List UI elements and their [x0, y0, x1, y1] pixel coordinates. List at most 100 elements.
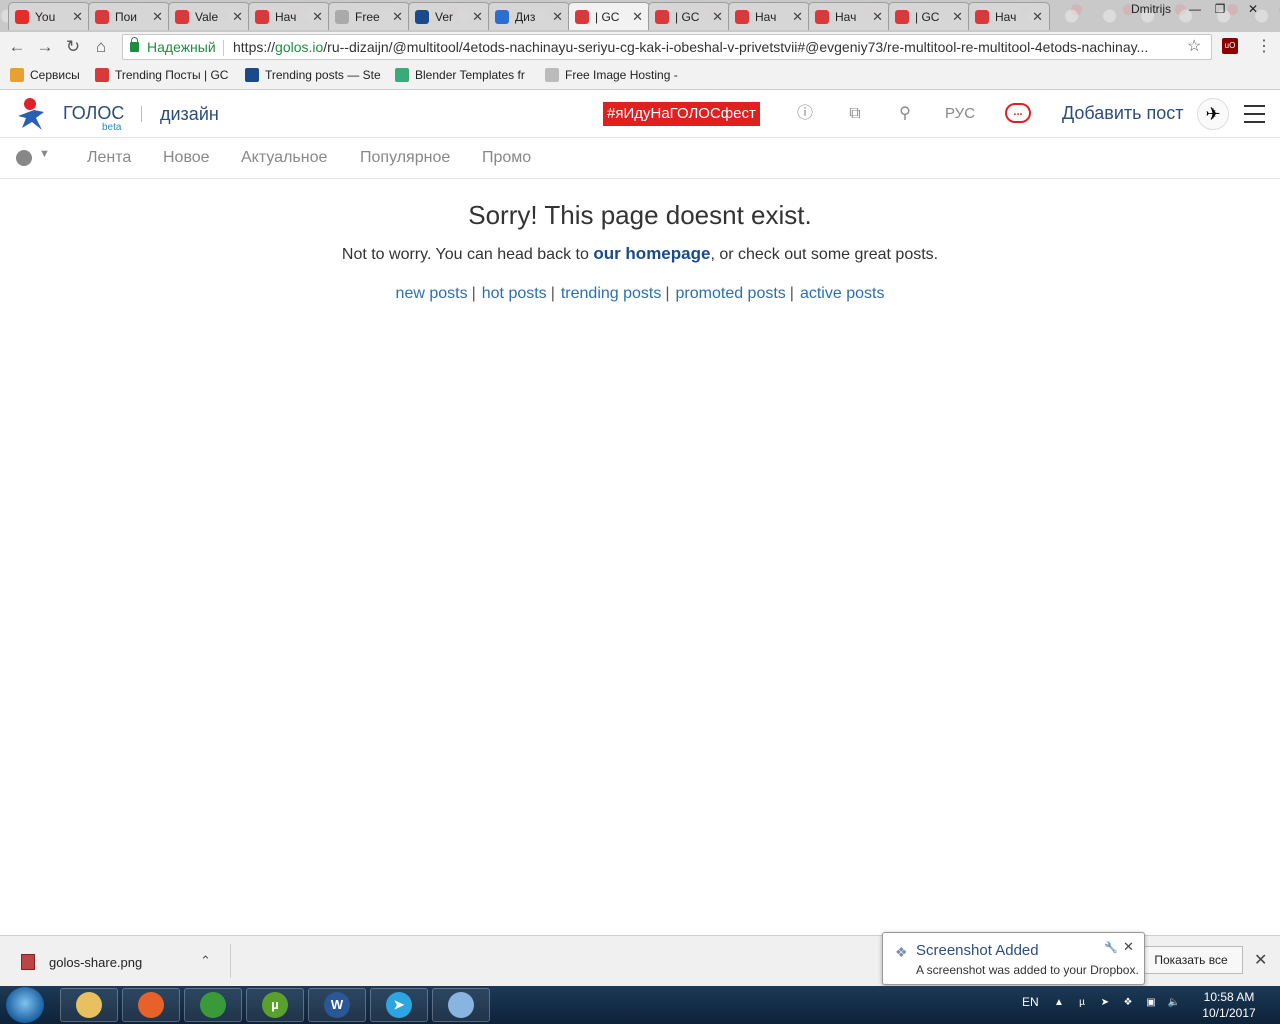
browser-tab[interactable]: Ver ✕ [408, 2, 490, 30]
browser-tab[interactable]: Нач ✕ [808, 2, 890, 30]
taskbar-app-paint[interactable] [432, 988, 490, 1022]
bookmark-star-icon[interactable]: ☆ [1187, 35, 1201, 59]
dropbox-notification[interactable]: ❖ Screenshot Added A screenshot was adde… [882, 932, 1145, 985]
secure-label: Надежный [147, 39, 216, 55]
bookmark-item[interactable]: Сервисы [10, 68, 80, 82]
nav-item-new[interactable]: Новое [163, 149, 210, 167]
tab-close-icon[interactable]: ✕ [472, 9, 483, 25]
close-icon[interactable]: ✕ [1254, 950, 1267, 970]
bookmark-item[interactable]: Blender Templates fr [395, 68, 525, 82]
profile-name[interactable]: Dmitrijs [1131, 2, 1171, 16]
wallet-icon[interactable]: ⧉ [845, 104, 865, 124]
browser-tab[interactable]: Пои ✕ [88, 2, 170, 30]
tab-close-icon[interactable]: ✕ [632, 9, 643, 25]
url-scheme: https:// [233, 39, 276, 55]
tab-close-icon[interactable]: ✕ [232, 9, 243, 25]
tab-list: You ✕ Пои ✕ Vale ✕ Нач ✕ Free ✕ Ver ✕ Диз ✕ | GC ✕ | GC ✕… [8, 2, 1050, 32]
ublock-extension-icon[interactable]: uO [1222, 38, 1238, 54]
bookmark-item[interactable]: Trending Посты | GC [95, 68, 228, 82]
homepage-link[interactable]: our homepage [593, 244, 710, 263]
minimize-icon[interactable]: — [1182, 0, 1208, 18]
settings-wrench-icon[interactable]: 🔧 [1104, 941, 1118, 954]
add-post-button[interactable]: Добавить пост [1062, 103, 1184, 124]
browser-tab[interactable]: You ✕ [8, 2, 90, 30]
back-icon[interactable]: ← [6, 37, 28, 57]
section-title[interactable]: дизайн [160, 104, 219, 125]
active-posts-link[interactable]: active posts [800, 285, 884, 302]
fest-tag-button[interactable]: #яИдуНаГОЛОСфест [603, 102, 760, 126]
error-message: Not to worry. You can head back to our h… [0, 244, 1280, 264]
address-bar[interactable]: Надежный https://golos.io/ru--dizaijn/@m… [122, 34, 1212, 60]
tab-close-icon[interactable]: ✕ [872, 9, 883, 25]
language-switcher[interactable]: РУС [945, 105, 975, 122]
promoted-posts-link[interactable]: promoted posts [676, 285, 786, 302]
browser-tab[interactable]: Free ✕ [328, 2, 410, 30]
taskbar-app-telegram[interactable]: ➤ [370, 988, 428, 1022]
utorrent-tray-icon[interactable]: µ [1075, 996, 1089, 1010]
browser-tab[interactable]: Нач ✕ [248, 2, 330, 30]
volume-icon[interactable]: 🔈 [1167, 996, 1181, 1010]
tab-close-icon[interactable]: ✕ [312, 9, 323, 25]
taskbar-app-chrome[interactable] [184, 988, 242, 1022]
nav-item-promo[interactable]: Промо [482, 149, 531, 167]
tab-close-icon[interactable]: ✕ [152, 9, 163, 25]
restore-icon[interactable]: ❐ [1207, 0, 1233, 18]
clock[interactable]: 10:58 AM 10/1/2017 [1196, 989, 1262, 1021]
bookmark-item[interactable]: Free Image Hosting - [545, 68, 678, 82]
browser-tab[interactable]: Нач ✕ [968, 2, 1050, 30]
taskbar-app-explorer[interactable] [60, 988, 118, 1022]
tab-close-icon[interactable]: ✕ [72, 9, 83, 25]
chevron-down-icon[interactable]: ▼ [39, 148, 50, 160]
window-close-icon[interactable]: ✕ [1240, 0, 1266, 18]
tab-title: Нач [275, 9, 297, 24]
tab-close-icon[interactable]: ✕ [952, 9, 963, 25]
dropbox-tray-icon[interactable]: ❖ [1121, 996, 1135, 1010]
download-divider [230, 944, 231, 978]
taskbar-app-utorrent[interactable]: µ [246, 988, 304, 1022]
close-icon[interactable]: ✕ [1123, 939, 1134, 955]
chat-icon[interactable]: ... [1005, 103, 1031, 123]
url-text[interactable]: https://golos.io/ru--dizaijn/@multitool/… [233, 35, 1179, 59]
taskbar-app-firefox[interactable] [122, 988, 180, 1022]
input-language[interactable]: EN [1022, 995, 1039, 1009]
browser-tab[interactable]: Диз ✕ [488, 2, 570, 30]
browser-tab[interactable]: | GC ✕ [888, 2, 970, 30]
nav-item-actual[interactable]: Актуальное [241, 149, 327, 167]
golos-logo-icon[interactable] [14, 96, 48, 132]
brand-name[interactable]: ГОЛОС [63, 103, 124, 124]
network-icon[interactable]: ▣ [1144, 996, 1158, 1010]
tab-favicon-icon [975, 9, 989, 24]
tab-close-icon[interactable]: ✕ [1032, 9, 1043, 25]
start-button[interactable] [6, 987, 44, 1023]
hot-posts-link[interactable]: hot posts [482, 285, 547, 302]
tab-close-icon[interactable]: ✕ [552, 9, 563, 25]
bookmark-item[interactable]: Trending posts — Ste [245, 68, 381, 82]
info-icon[interactable]: ⓘ [795, 104, 815, 124]
trending-posts-link[interactable]: trending posts [561, 285, 662, 302]
nav-item-feed[interactable]: Лента [87, 149, 131, 167]
nav-item-popular[interactable]: Популярное [360, 149, 450, 167]
tray-expand-icon[interactable]: ▲ [1052, 996, 1066, 1010]
browser-tab[interactable]: Нач ✕ [728, 2, 810, 30]
reload-icon[interactable]: ↻ [62, 37, 84, 57]
browser-tab-strip: You ✕ Пои ✕ Vale ✕ Нач ✕ Free ✕ Ver ✕ Диз ✕ | GC ✕ | GC ✕… [0, 0, 1280, 32]
new-posts-link[interactable]: new posts [396, 285, 468, 302]
show-all-button[interactable]: Показать все [1139, 946, 1243, 974]
tab-close-icon[interactable]: ✕ [392, 9, 403, 25]
browser-tab[interactable]: | GC ✕ [568, 2, 650, 30]
download-file-name[interactable]: golos-share.png [49, 955, 142, 970]
taskbar-app-word[interactable]: W [308, 988, 366, 1022]
tab-close-icon[interactable]: ✕ [712, 9, 723, 25]
forward-icon[interactable]: → [34, 37, 56, 57]
browser-menu-icon[interactable]: ⋮ [1256, 36, 1272, 56]
browser-tab[interactable]: | GC ✕ [648, 2, 730, 30]
chevron-up-icon[interactable]: ⌃ [200, 953, 211, 969]
search-icon[interactable]: ⚲ [895, 104, 915, 124]
globe-icon[interactable] [16, 150, 32, 166]
browser-tab[interactable]: Vale ✕ [168, 2, 250, 30]
avatar[interactable]: ✈ [1197, 98, 1229, 130]
hamburger-menu-icon[interactable] [1244, 105, 1265, 123]
home-icon[interactable]: ⌂ [90, 37, 112, 57]
telegram-tray-icon[interactable]: ➤ [1098, 996, 1112, 1010]
tab-close-icon[interactable]: ✕ [792, 9, 803, 25]
